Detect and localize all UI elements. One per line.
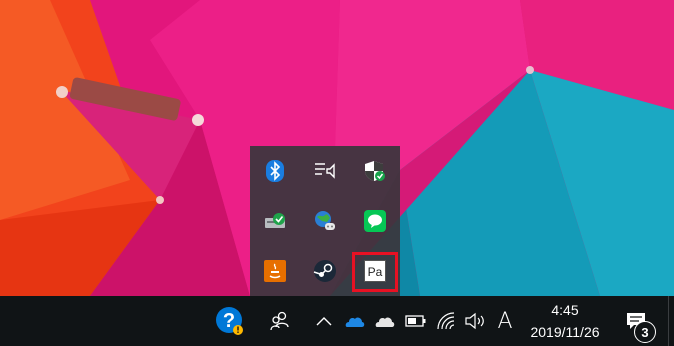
java-icon[interactable]	[250, 246, 300, 296]
onedrive-icon[interactable]	[340, 296, 368, 346]
clock-time: 4:45	[551, 302, 579, 318]
wifi-icon[interactable]	[432, 296, 460, 346]
chevron-up-icon[interactable]	[312, 296, 336, 346]
onedrive-personal-icon[interactable]	[370, 296, 398, 346]
bluetooth-icon[interactable]	[250, 146, 300, 196]
clock[interactable]: 4:45 2019/11/26	[520, 296, 610, 346]
safely-remove-hardware-icon[interactable]	[250, 196, 300, 246]
volume-icon[interactable]	[460, 296, 490, 346]
taskbar: ? A 4:45 2019/11/26	[0, 296, 674, 346]
clock-date: 2019/11/26	[530, 324, 600, 340]
help-icon[interactable]: ?	[210, 296, 250, 346]
steam-icon[interactable]	[300, 246, 350, 296]
notification-count-badge: 3	[634, 321, 656, 343]
ime-indicator[interactable]: A	[492, 296, 518, 346]
tray-overflow-flyout: Pa	[250, 146, 400, 296]
line-messenger-icon[interactable]	[350, 196, 400, 246]
pa-app-label: Pa	[368, 265, 383, 279]
people-icon[interactable]	[262, 296, 298, 346]
battery-icon[interactable]	[402, 296, 430, 346]
display-settings-icon[interactable]	[300, 146, 350, 196]
windows-security-icon[interactable]	[350, 146, 400, 196]
network-globe-icon[interactable]	[300, 196, 350, 246]
pa-app-icon[interactable]: Pa	[350, 246, 400, 296]
show-desktop-button[interactable]	[668, 296, 674, 346]
